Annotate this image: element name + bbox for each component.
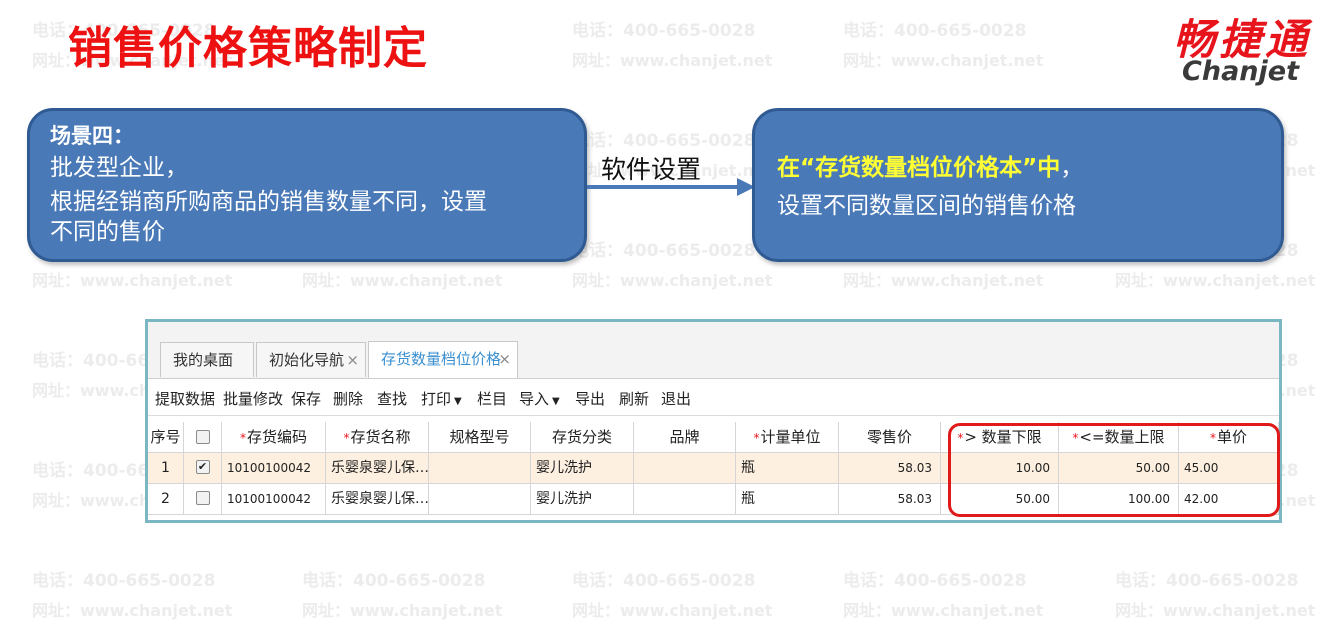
print-button[interactable]: 打印 ▼ <box>421 388 462 409</box>
header-cell: 零售价 <box>839 422 941 453</box>
watermark: 电话：400-665-0028网址：www.chanjet.net <box>843 21 1044 70</box>
tab-label: 我的桌面 <box>173 351 234 369</box>
app-window: 我的桌面 初始化导航 × 存货数量档位价格 × 提取数据 批量修改 保存 删除 … <box>145 319 1282 523</box>
seq-cell: 2 <box>148 484 184 515</box>
category-cell[interactable]: 婴儿洗护 <box>531 453 634 484</box>
header-cell: *<=数量上限 <box>1059 422 1179 453</box>
header-cell: 规格型号 <box>429 422 531 453</box>
scenario-line: 根据经销商所购商品的销售数量不同，设置 <box>50 189 487 215</box>
header-cell: *存货名称 <box>326 422 429 453</box>
min-qty-cell[interactable]: 10.00 <box>941 453 1059 484</box>
tab-my-desktop[interactable]: 我的桌面 <box>160 342 254 377</box>
solution-highlight-suffix: ， <box>1060 155 1084 181</box>
chevron-down-icon: ▼ <box>552 396 560 407</box>
watermark: 电话：400-665-0028网址：www.chanjet.net <box>572 241 773 290</box>
toolbar: 提取数据 批量修改 保存 删除 查找 打印 ▼ 栏目 导入 ▼ 导出 刷新 退出 <box>148 379 1279 416</box>
unit-cell[interactable]: 瓶 <box>736 453 839 484</box>
scenario-bubble: 场景四： 批发型企业， 根据经销商所购商品的销售数量不同，设置 不同的售价 <box>27 108 587 262</box>
row-checkbox[interactable] <box>195 491 210 505</box>
watermark: 电话：400-665-0028网址：www.chanjet.net <box>843 571 1044 620</box>
watermark: 电话：400-665-0028网址：www.chanjet.net <box>302 571 503 620</box>
category-cell[interactable]: 婴儿洗护 <box>531 484 634 515</box>
watermark: 电话：400-665-0028网址：www.chanjet.net <box>572 21 773 70</box>
header-cell: 品牌 <box>634 422 736 453</box>
seq-cell: 1 <box>148 453 184 484</box>
unit-price-cell[interactable]: 45.00 <box>1179 453 1279 484</box>
extract-data-button[interactable]: 提取数据 <box>155 388 215 409</box>
brand-name-en: Chanjet <box>1182 56 1299 87</box>
brand-cell[interactable] <box>634 453 736 484</box>
tab-label: 初始化导航 <box>269 351 345 369</box>
select-all-checkbox[interactable] <box>195 429 210 444</box>
tab-label: 存货数量档位价格 <box>381 350 502 368</box>
table-header-row: 序号 *存货编码 *存货名称 规格型号 存货分类 品牌 *计量单位 零售价 *>… <box>148 422 1279 453</box>
export-button[interactable]: 导出 <box>575 388 605 409</box>
brand-cell[interactable] <box>634 484 736 515</box>
code-cell[interactable]: 10100100042 <box>222 453 326 484</box>
chevron-down-icon: ▼ <box>454 396 462 407</box>
close-icon[interactable]: × <box>346 343 359 377</box>
import-button[interactable]: 导入 ▼ <box>519 388 560 409</box>
refresh-button[interactable]: 刷新 <box>619 388 649 409</box>
batch-edit-button[interactable]: 批量修改 <box>223 388 283 409</box>
unit-cell[interactable]: 瓶 <box>736 484 839 515</box>
header-cell: *计量单位 <box>736 422 839 453</box>
delete-button[interactable]: 删除 <box>333 388 363 409</box>
close-icon[interactable]: × <box>498 342 511 376</box>
retail-price-cell[interactable]: 58.03 <box>839 484 941 515</box>
columns-button[interactable]: 栏目 <box>477 388 507 409</box>
row-checkbox[interactable]: ✔ <box>195 460 210 474</box>
right-arrow-icon <box>587 178 755 196</box>
row-checkbox-cell <box>184 484 222 515</box>
import-label: 导入 <box>519 390 550 408</box>
name-cell[interactable]: 乐婴泉婴儿保… <box>326 484 429 515</box>
scenario-line: 不同的售价 <box>50 219 165 245</box>
retail-price-cell[interactable]: 58.03 <box>839 453 941 484</box>
watermark: 电话：400-665-0028网址：www.chanjet.net <box>32 571 233 620</box>
header-cell: 存货分类 <box>531 422 634 453</box>
header-cell: *单价 <box>1179 422 1279 453</box>
name-cell[interactable]: 乐婴泉婴儿保… <box>326 453 429 484</box>
save-button[interactable]: 保存 <box>291 388 321 409</box>
print-label: 打印 <box>421 390 452 408</box>
header-cell: *> 数量下限 <box>941 422 1059 453</box>
max-qty-cell[interactable]: 100.00 <box>1059 484 1179 515</box>
tab-bar: 我的桌面 初始化导航 × 存货数量档位价格 × <box>148 322 1279 379</box>
tab-init-navigation[interactable]: 初始化导航 × <box>256 342 366 377</box>
header-cell: 序号 <box>148 422 184 453</box>
code-cell[interactable]: 10100100042 <box>222 484 326 515</box>
page-title: 销售价格策略制定 <box>68 23 428 74</box>
solution-line: 在“存货数量档位价格本”中， <box>777 149 1259 187</box>
spec-cell[interactable] <box>429 453 531 484</box>
min-qty-cell[interactable]: 50.00 <box>941 484 1059 515</box>
watermark: 电话：400-665-0028网址：www.chanjet.net <box>572 571 773 620</box>
header-cell: *存货编码 <box>222 422 326 453</box>
tab-qty-tier-price[interactable]: 存货数量档位价格 × <box>368 341 518 378</box>
unit-price-cell[interactable]: 42.00 <box>1179 484 1279 515</box>
solution-line: 设置不同数量区间的销售价格 <box>777 193 1076 219</box>
row-checkbox-cell: ✔ <box>184 453 222 484</box>
header-cell <box>184 422 222 453</box>
watermark: 电话：400-665-0028网址：www.chanjet.net <box>1115 571 1316 620</box>
scenario-line: 批发型企业， <box>50 155 188 181</box>
find-button[interactable]: 查找 <box>377 388 407 409</box>
solution-bubble: 在“存货数量档位价格本”中， 设置不同数量区间的销售价格 <box>752 108 1284 262</box>
solution-highlight: 在“存货数量档位价格本”中 <box>777 155 1061 181</box>
scenario-heading: 场景四： <box>50 124 134 148</box>
brand-logo: 畅捷通 Chanjet <box>1095 4 1325 90</box>
exit-button[interactable]: 退出 <box>661 388 691 409</box>
table-row[interactable]: 2 10100100042 乐婴泉婴儿保… 婴儿洗护 瓶 58.03 50.00… <box>148 484 1279 515</box>
table-row[interactable]: 1 ✔ 10100100042 乐婴泉婴儿保… 婴儿洗护 瓶 58.03 10.… <box>148 453 1279 484</box>
max-qty-cell[interactable]: 50.00 <box>1059 453 1179 484</box>
watermark-layer: 电话：400-665-0028 网址：www.chanjet.net 电话：400… <box>0 0 1341 620</box>
spec-cell[interactable] <box>429 484 531 515</box>
